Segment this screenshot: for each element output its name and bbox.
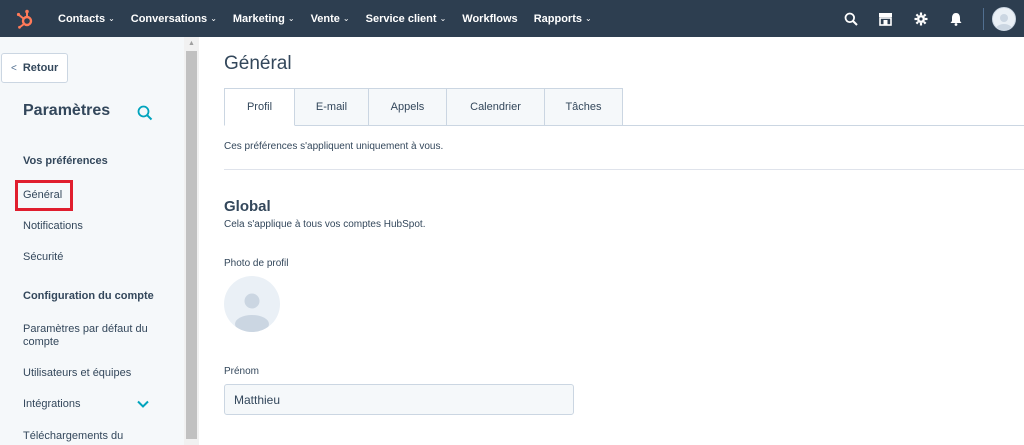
chevron-down-icon: ⌄ xyxy=(439,14,447,23)
notifications-bell-icon[interactable] xyxy=(938,0,973,37)
back-button-label: Retour xyxy=(22,62,59,74)
first-name-label: Prénom xyxy=(224,366,260,377)
section-divider xyxy=(224,169,1024,170)
marketplace-icon[interactable] xyxy=(868,0,903,37)
chevron-down-icon: ⌄ xyxy=(584,14,592,23)
chevron-down-icon: ⌄ xyxy=(342,14,350,23)
avatar[interactable] xyxy=(992,6,1016,31)
scroll-up-arrow-icon[interactable]: ▲ xyxy=(184,37,199,51)
section-title-global: Global xyxy=(224,198,271,215)
top-navigation-bar: Contacts ⌄ Conversations ⌄ Marketing ⌄ Vent… xyxy=(0,0,1024,37)
page-title: Général xyxy=(224,53,292,74)
nav-conversations-label: Conversations xyxy=(130,12,208,25)
active-item-highlight xyxy=(15,180,73,211)
tab-taches[interactable]: Tâches xyxy=(545,88,623,126)
sidebar-item-utilisateurs-equipes[interactable]: Utilisateurs et équipes xyxy=(23,367,131,380)
nav-service-client-label: Service client xyxy=(365,12,437,25)
profile-photo-avatar[interactable] xyxy=(224,276,280,332)
sidebar-item-notifications[interactable]: Notifications xyxy=(23,220,83,233)
sidebar-section-configuration-du-compte: Configuration du compte xyxy=(23,290,154,302)
first-name-input[interactable] xyxy=(224,384,574,415)
tab-calendrier[interactable]: Calendrier xyxy=(447,88,545,126)
settings-sidebar xyxy=(0,37,199,445)
nav-rapports-label: Rapports xyxy=(533,12,582,25)
nav-marketing-label: Marketing xyxy=(232,12,285,25)
tabs-description: Ces préférences s'appliquent uniquement … xyxy=(224,141,444,152)
nav-service-client[interactable]: Service client ⌄ xyxy=(358,0,455,37)
nav-vente[interactable]: Vente ⌄ xyxy=(303,0,358,37)
sidebar-item-securite[interactable]: Sécurité xyxy=(23,251,63,264)
nav-contacts-label: Contacts xyxy=(58,12,106,25)
back-button[interactable]: < Retour xyxy=(1,53,68,83)
nav-workflows-label: Workflows xyxy=(462,12,518,25)
sidebar-title: Paramètres xyxy=(23,102,111,119)
tab-email[interactable]: E-mail xyxy=(295,88,369,126)
nav-conversations[interactable]: Conversations ⌄ xyxy=(123,0,225,37)
nav-workflows[interactable]: Workflows xyxy=(454,0,525,37)
nav-contacts[interactable]: Contacts ⌄ xyxy=(50,0,123,37)
nav-rapports[interactable]: Rapports ⌄ xyxy=(526,0,600,37)
chevron-left-icon: < xyxy=(11,62,17,74)
settings-tabs: Profil E-mail Appels Calendrier Tâches xyxy=(224,88,623,126)
search-icon[interactable] xyxy=(833,0,868,37)
chevron-down-icon: ⌄ xyxy=(287,14,295,23)
sidebar-item-telechargements[interactable]: Téléchargements du xyxy=(23,430,123,443)
settings-gear-icon[interactable] xyxy=(903,0,938,37)
nav-marketing[interactable]: Marketing ⌄ xyxy=(225,0,303,37)
sidebar-item-integrations[interactable]: Intégrations xyxy=(23,398,80,411)
chevron-down-icon[interactable] xyxy=(136,397,150,411)
sidebar-section-vos-preferences: Vos préférences xyxy=(23,155,108,167)
tabs-underline xyxy=(623,125,1024,126)
sidebar-item-parametres-par-defaut[interactable]: Paramètres par défaut du compte xyxy=(23,323,163,349)
sidebar-search-icon[interactable] xyxy=(136,104,154,122)
scrollbar-thumb[interactable] xyxy=(186,51,197,439)
tab-appels[interactable]: Appels xyxy=(369,88,447,126)
tab-profil[interactable]: Profil xyxy=(224,88,295,126)
sidebar-scrollbar[interactable]: ▲ xyxy=(184,37,199,445)
chevron-down-icon: ⌄ xyxy=(210,14,217,23)
chevron-down-icon: ⌄ xyxy=(108,14,115,23)
hubspot-logo-icon[interactable] xyxy=(0,0,50,37)
nav-separator xyxy=(983,7,984,30)
nav-vente-label: Vente xyxy=(310,12,340,25)
profile-photo-label: Photo de profil xyxy=(224,258,289,269)
section-subtitle: Cela s'applique à tous vos comptes HubSp… xyxy=(224,219,426,230)
